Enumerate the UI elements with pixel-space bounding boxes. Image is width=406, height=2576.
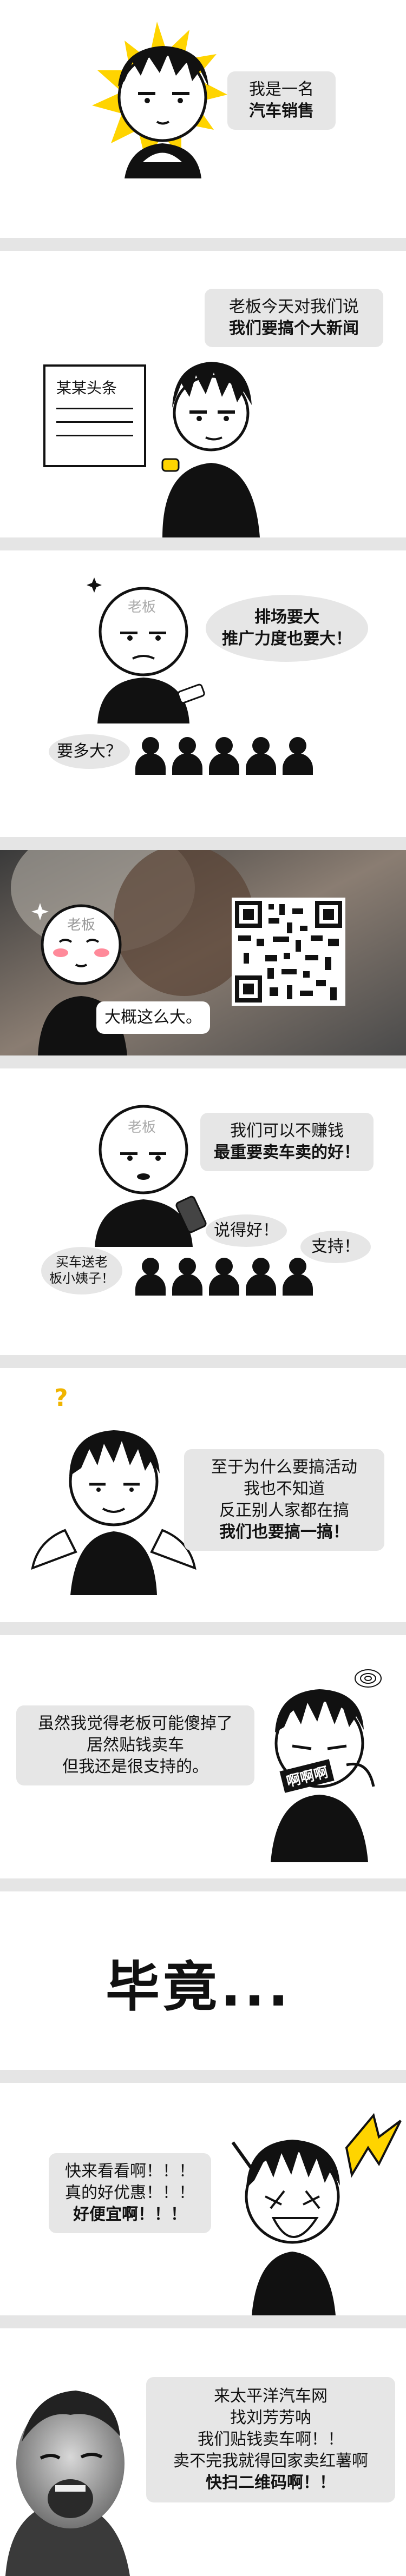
person-body (246, 753, 276, 775)
person-body (209, 1274, 239, 1296)
speech-bubble: 我们可以不赚钱 最重要卖车卖的好！ (200, 1113, 374, 1171)
svg-text:?: ? (54, 1384, 68, 1412)
crowd (135, 1258, 319, 1301)
bubble-line: 最重要卖车卖的好！ (214, 1144, 360, 1161)
boss-character-illustration (87, 577, 205, 723)
person-body (172, 1274, 202, 1296)
panel-6: ? 至于为什么要搞活动 我也不知道 反正别人家都在搞 我们也要搞一搞！ (0, 1368, 406, 1622)
person-head (215, 737, 233, 754)
person-body (209, 753, 239, 775)
person-body (172, 753, 202, 775)
person-head (142, 1258, 159, 1275)
person-head (289, 737, 306, 754)
crowd-person (283, 1258, 313, 1296)
bubble-line: 来太平洋汽车网 (214, 2387, 328, 2405)
panel-divider (0, 2070, 406, 2083)
person-head (179, 1258, 196, 1275)
panel-divider (0, 1355, 406, 1368)
panel-divider (0, 1878, 406, 1891)
gloomy-salesman-illustration (271, 1669, 382, 1862)
person-body (283, 753, 313, 775)
boss-label: 老板 (128, 599, 156, 615)
panel-1: 我是一名 汽车销售 (0, 0, 406, 238)
bubble-line: 卖不完我就得回家卖红薯啊 (173, 2452, 368, 2470)
crowd-person (209, 1258, 239, 1296)
speech-bubble: 排场要大 推广力度也要大！ (206, 595, 368, 662)
bubble-line: 排场要大 (254, 608, 319, 626)
bubble-line: 我是一名 (249, 81, 314, 98)
bubble-line: 买车送老 (56, 1255, 108, 1270)
speech-bubble: 我是一名 汽车销售 (227, 71, 336, 130)
crowd-person (246, 737, 276, 775)
salesman-sunburst-illustration (92, 22, 227, 178)
panel-divider (0, 1622, 406, 1635)
bubble-line: 我们可以不赚钱 (230, 1122, 344, 1140)
crowd-person (246, 1258, 276, 1296)
person-head (179, 737, 196, 754)
crowd (135, 737, 319, 780)
caption-bubble: 大概这么大。 (96, 1001, 210, 1034)
panel-3: 老板 排场要大 推广力度也要大！ 要多大？ (0, 550, 406, 837)
salesman-holding-sign-illustration (161, 362, 260, 537)
bubble-line: 我也不知道 (244, 1480, 325, 1498)
person-head (252, 1258, 270, 1275)
person-head (289, 1258, 306, 1275)
reply-bubble: 买车送老 板小姨子！ (41, 1247, 122, 1294)
crowd-person (135, 1258, 166, 1296)
speech-bubble: 来太平洋汽车网 找刘芳芳呐 我们贴钱卖车啊！！ 卖不完我就得回家卖红薯啊 快扫二… (146, 2377, 395, 2502)
speech-bubble: 至于为什么要搞活动 我也不知道 反正别人家都在搞 我们也要搞一搞！ (184, 1449, 384, 1551)
bubble-line: 至于为什么要搞活动 (211, 1458, 357, 1476)
panel-9: 快来看看啊！！！ 真的好优惠！！！ 好便宜啊！！！ (0, 2083, 406, 2315)
person-head (215, 1258, 233, 1275)
boss-label: 老板 (128, 1119, 156, 1135)
person-body (135, 753, 166, 775)
panel-5: 老板 我们可以不赚钱 最重要卖车卖的好！ 说得好！ 支持！ 买车送老 板小姨子！ (0, 1068, 406, 1355)
crowd-person (135, 737, 166, 775)
reply-bubble: 说得好！ (206, 1214, 287, 1247)
person-body (246, 1274, 276, 1296)
panel-divider (0, 2315, 406, 2328)
bubble-line: 我们也要搞一搞！ (219, 1523, 349, 1541)
panel-8: 毕竟... (0, 1891, 406, 2070)
person-body (135, 1274, 166, 1296)
bubble-line: 板小姨子！ (49, 1271, 114, 1286)
panel-7: 虽然我觉得老板可能傻掉了 居然贴钱卖车 但我还是很支持的。 啊啊啊 (0, 1635, 406, 1878)
bubble-line: 找刘芳芳呐 (230, 2409, 311, 2427)
boss-label: 老板 (67, 917, 96, 933)
bubble-line: 反正别人家都在搞 (219, 1502, 349, 1519)
bubble-line: 推广力度也要大！ (222, 630, 352, 648)
question-bubble: 要多大？ (49, 734, 130, 769)
panel-10: 来太平洋汽车网 找刘芳芳呐 我们贴钱卖车啊！！ 卖不完我就得回家卖红薯啊 快扫二… (0, 2328, 406, 2576)
panel-title: 毕竟... (106, 1955, 292, 2019)
crowd-person (172, 1258, 202, 1296)
panel-divider (0, 837, 406, 850)
panel-2: 老板今天对我们说 我们要搞个大新闻 某某头条 (0, 251, 406, 537)
person-body (283, 1274, 313, 1296)
crowd-person (209, 737, 239, 775)
crowd-person (283, 737, 313, 775)
person-head (252, 737, 270, 754)
panel-4: 老板 大概这么大。 (0, 850, 406, 1055)
crowd-person (172, 737, 202, 775)
panel-divider (0, 1055, 406, 1068)
bubble-line: 我们贴钱卖车啊！！ (198, 2431, 344, 2448)
person-head (142, 737, 159, 754)
panel-divider (0, 238, 406, 251)
bubble-line: 快扫二维码啊！！ (206, 2474, 336, 2492)
boss-with-phone-illustration (95, 1105, 207, 1247)
panel-divider (0, 537, 406, 550)
bubble-line: 汽车销售 (249, 102, 314, 120)
shouting-salesman-illustration (231, 2113, 402, 2315)
